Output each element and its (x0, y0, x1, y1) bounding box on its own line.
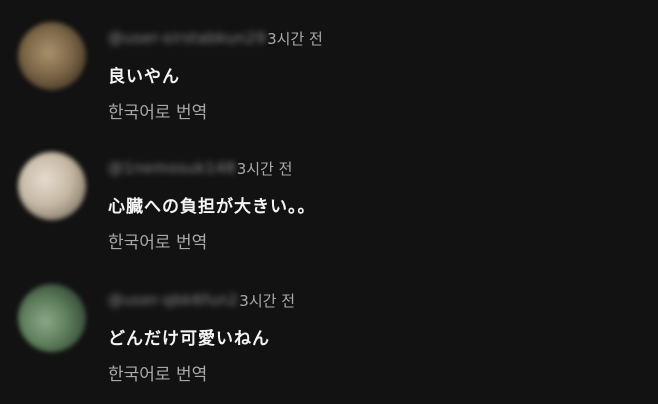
avatar[interactable] (18, 22, 86, 90)
comment-item: @user-sirstabkun29 3시간 전 良いやん 한국어로 번역 (18, 22, 638, 142)
comment-text: 心臓への負担が大きい。。 (108, 197, 316, 217)
comment-text: どんだけ可愛いねん (108, 329, 270, 349)
translate-button[interactable]: 한국어로 번역 (108, 360, 207, 385)
comment-meta: @user-sirstabkun29 3시간 전 (108, 26, 323, 50)
comment-timestamp[interactable]: 3시간 전 (239, 290, 295, 311)
comment-timestamp[interactable]: 3시간 전 (267, 28, 323, 49)
author-handle[interactable]: @1nemosuk148 (108, 159, 236, 177)
comment-meta: @user-qbk6fun2 3시간 전 (108, 288, 295, 312)
translate-button[interactable]: 한국어로 번역 (108, 98, 207, 123)
avatar[interactable] (18, 284, 86, 352)
author-handle[interactable]: @user-sirstabkun29 (108, 29, 266, 47)
author-handle[interactable]: @user-qbk6fun2 (108, 291, 238, 309)
comment-text: 良いやん (108, 67, 180, 87)
comment-timestamp[interactable]: 3시간 전 (237, 158, 293, 179)
avatar[interactable] (18, 152, 86, 220)
comment-item: @user-qbk6fun2 3시간 전 どんだけ可愛いねん 한국어로 번역 (18, 284, 638, 404)
comment-meta: @1nemosuk148 3시간 전 (108, 156, 292, 180)
translate-button[interactable]: 한국어로 번역 (108, 228, 207, 253)
comment-item: @1nemosuk148 3시간 전 心臓への負担が大きい。。 한국어로 번역 (18, 152, 638, 272)
